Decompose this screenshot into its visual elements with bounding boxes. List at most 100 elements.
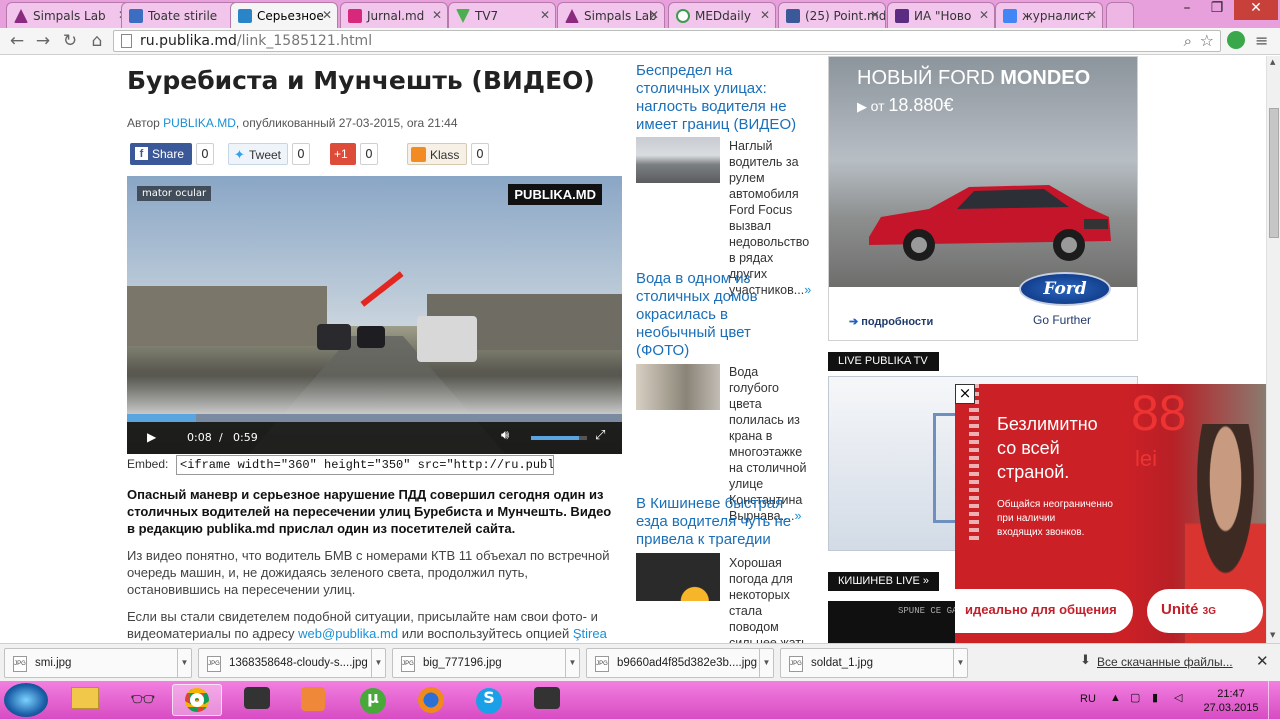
- network-icon[interactable]: ▮: [1152, 691, 1158, 704]
- back-icon[interactable]: ←: [6, 31, 28, 51]
- article-title: Буребиста и Мунчешть (ВИДЕО): [127, 66, 595, 95]
- video-progress-bar[interactable]: [127, 414, 622, 422]
- google-icon: [1003, 9, 1017, 23]
- news-title-link[interactable]: В Кишиневе быстрая езда водителя чуть не…: [636, 495, 808, 549]
- browser-tab[interactable]: Jurnal.md ✕: [340, 2, 448, 28]
- all-downloads-link[interactable]: Все скачанные файлы...: [1097, 655, 1233, 669]
- vertical-scrollbar[interactable]: ▲ ▼: [1266, 56, 1280, 643]
- ford-ad-price: ▶ от 18.880€: [857, 95, 953, 116]
- chevron-down-icon[interactable]: ▼: [371, 649, 385, 677]
- headline-model: MONDEO: [1000, 67, 1091, 89]
- klass-count: 0: [471, 143, 489, 165]
- tab-close-icon[interactable]: ✕: [432, 8, 442, 22]
- forward-icon[interactable]: →: [32, 31, 54, 51]
- tweet-button[interactable]: ✦ Tweet: [228, 143, 288, 165]
- email-link[interactable]: web@publika.md: [298, 626, 398, 641]
- ford-ad-banner[interactable]: НОВЫЙ FORD MONDEO ▶ от 18.880€ Ford ➔ по…: [828, 56, 1138, 341]
- author-link[interactable]: PUBLIKA.MD: [163, 116, 236, 130]
- tray-icon[interactable]: ▢: [1130, 691, 1140, 704]
- tab-close-icon[interactable]: ✕: [870, 8, 880, 22]
- zoom-icon[interactable]: ⌕: [1184, 32, 1192, 50]
- scroll-up-icon[interactable]: ▲: [1270, 58, 1275, 66]
- menu-icon[interactable]: ≡: [1255, 31, 1268, 50]
- close-window-icon[interactable]: ✕: [1234, 0, 1278, 20]
- tab-close-icon[interactable]: ✕: [979, 8, 989, 22]
- download-item[interactable]: JPG b9660ad4f85d382e3b....jpg ▼: [586, 648, 774, 678]
- download-item[interactable]: JPG 1368358648-cloudy-s....jpg ▼: [198, 648, 386, 678]
- news-title-link[interactable]: Вода в одном из столичных домов окрасила…: [636, 270, 808, 360]
- extension-icon[interactable]: [1227, 31, 1245, 49]
- download-item[interactable]: JPG soldat_1.jpg ▼: [780, 648, 968, 678]
- maximize-icon[interactable]: ❐: [1204, 0, 1230, 20]
- unite-popup-ad[interactable]: Безлимитно со всей страной. Общайся неог…: [955, 384, 1266, 643]
- download-item[interactable]: JPG smi.jpg ▼: [4, 648, 192, 678]
- bookmark-star-icon[interactable]: ☆: [1200, 31, 1214, 50]
- news-thumbnail[interactable]: [636, 137, 720, 183]
- browser-tab-active[interactable]: Серьезное ✕: [230, 2, 338, 28]
- browser-tab[interactable]: TV7 ✕: [448, 2, 556, 28]
- download-filename: b9660ad4f85d382e3b....jpg: [617, 657, 758, 669]
- skype-icon[interactable]: S: [464, 684, 514, 716]
- volume-tray-icon[interactable]: ◁: [1174, 691, 1182, 704]
- jpg-file-icon: JPG: [789, 656, 803, 672]
- news-title-link[interactable]: Беспредел на столичных улицах: наглость …: [636, 62, 808, 134]
- news-thumbnail[interactable]: [636, 553, 720, 601]
- chevron-down-icon[interactable]: ▼: [953, 649, 967, 677]
- minimize-icon[interactable]: –: [1174, 0, 1200, 20]
- live-tv-label[interactable]: LIVE PUBLIKA TV: [828, 352, 939, 371]
- scroll-down-icon[interactable]: ▼: [1270, 631, 1275, 639]
- volume-fill: [531, 436, 579, 440]
- browser-tab[interactable]: Simpals Lab ✕: [557, 2, 665, 28]
- media-player-icon[interactable]: [288, 684, 338, 716]
- tab-close-icon[interactable]: ✕: [760, 8, 770, 22]
- tab-close-icon[interactable]: ✕: [1087, 8, 1097, 22]
- scrollbar-thumb[interactable]: [1269, 108, 1279, 238]
- browser-tab[interactable]: Simpals Lab ✕: [6, 2, 134, 28]
- file-explorer-icon[interactable]: [60, 684, 110, 716]
- camera-app-icon[interactable]: [232, 684, 282, 716]
- news-thumbnail[interactable]: [636, 364, 720, 410]
- tab-close-icon[interactable]: ✕: [540, 8, 550, 22]
- chevron-down-icon[interactable]: ▼: [565, 649, 579, 677]
- browser-tab[interactable]: ИА "Ново ✕: [887, 2, 995, 28]
- show-desktop-button[interactable]: [1268, 681, 1280, 719]
- tab-title: Toate stirile: [148, 9, 218, 23]
- firefox-icon[interactable]: [406, 684, 456, 716]
- facebook-share-button[interactable]: f Share: [130, 143, 192, 165]
- ad-close-button[interactable]: ×: [955, 384, 975, 404]
- browser-tab[interactable]: (25) Point.md ✕: [778, 2, 886, 28]
- gplus-button[interactable]: +1: [330, 143, 356, 165]
- chisinau-live-label[interactable]: КИШИНЕВ LIVE »: [828, 572, 939, 591]
- taskbar-clock[interactable]: 21:47 27.03.2015: [1203, 687, 1259, 715]
- browser-tab[interactable]: журналист ✕: [995, 2, 1103, 28]
- ok-klass-button[interactable]: Klass: [407, 143, 467, 165]
- tray-expand-icon[interactable]: ▲: [1110, 692, 1121, 704]
- volume-icon[interactable]: 🔊︎: [501, 428, 509, 443]
- play-icon[interactable]: ▶: [147, 430, 156, 444]
- utorrent-icon[interactable]: µ: [348, 684, 398, 716]
- language-indicator[interactable]: RU: [1080, 693, 1096, 705]
- ford-more-link[interactable]: ➔ подробности: [849, 315, 933, 328]
- tab-close-icon[interactable]: ✕: [322, 8, 332, 22]
- home-icon[interactable]: ⌂: [86, 31, 108, 51]
- start-button[interactable]: [4, 683, 48, 717]
- reload-icon[interactable]: ↻: [59, 31, 81, 51]
- video-player[interactable]: mator ocular PUBLIKA.MD ▶ 0:08 / 0:59 🔊︎…: [127, 176, 622, 454]
- chisinau-live-cam[interactable]: SPUNE CE GAN: [828, 601, 963, 643]
- address-bar[interactable]: ru.publika.md/link_1585121.html ⌕ ☆: [113, 30, 1221, 52]
- close-downloads-icon[interactable]: ✕: [1256, 652, 1269, 670]
- browser-tab[interactable]: MEDdaily ✕: [668, 2, 776, 28]
- tab-close-icon[interactable]: ✕: [649, 8, 659, 22]
- download-item[interactable]: JPG big_777196.jpg ▼: [392, 648, 580, 678]
- fullscreen-icon[interactable]: ⤢: [595, 428, 605, 443]
- embed-code-field[interactable]: <iframe width="360" height="350" src="ht…: [176, 455, 554, 475]
- stirea-link[interactable]: Ştirea: [573, 626, 607, 641]
- chevron-down-icon[interactable]: ▼: [177, 649, 191, 677]
- glasses-app-icon[interactable]: 👓︎: [118, 684, 168, 716]
- volume-slider[interactable]: [531, 436, 587, 440]
- url-domain: ru.publika.md: [140, 33, 237, 49]
- camera-app-icon[interactable]: [522, 684, 572, 716]
- chevron-down-icon[interactable]: ▼: [759, 649, 773, 677]
- chrome-icon[interactable]: [172, 684, 222, 716]
- new-tab-button[interactable]: [1106, 2, 1134, 28]
